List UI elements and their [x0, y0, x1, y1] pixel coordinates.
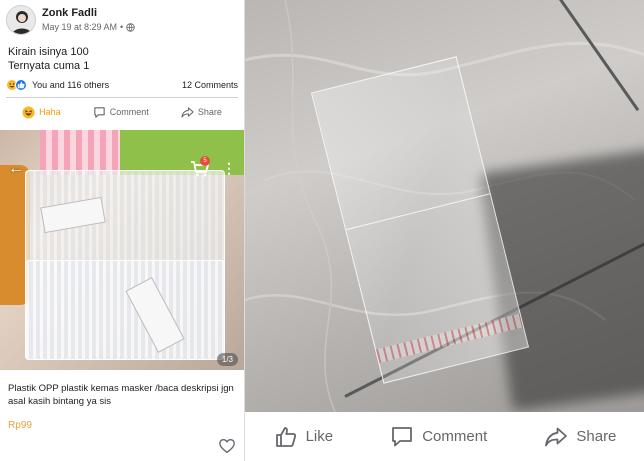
post-header: Zonk Fadli May 19 at 8:29 AM • [6, 5, 240, 37]
share-button[interactable]: Share [544, 425, 616, 449]
comment-label: Comment [422, 428, 488, 445]
photo-single-plastic-bag[interactable] [245, 0, 644, 412]
image-page-indicator: 1/3 [216, 353, 238, 366]
like-reaction-icon [15, 79, 27, 91]
haha-icon [22, 105, 35, 119]
bag-fold-line [346, 193, 490, 231]
facebook-post-panel: Zonk Fadli May 19 at 8:29 AM • Kirain is… [0, 0, 244, 461]
reactions-text: You and 116 others [32, 80, 110, 90]
comment-button[interactable]: Comment [390, 425, 487, 449]
thumbs-up-icon [275, 426, 296, 447]
heart-icon[interactable] [218, 437, 236, 455]
background-pink-fabric [40, 130, 130, 175]
post-meta: May 19 at 8:29 AM • [42, 22, 135, 32]
reactions-summary[interactable]: You and 116 others 12 Comments [6, 78, 238, 94]
avatar[interactable] [6, 5, 36, 35]
plastic-bag-stack-lower [25, 260, 225, 360]
share-label: Share [197, 107, 222, 117]
haha-button[interactable]: Haha [22, 105, 61, 119]
comment-icon [94, 106, 105, 118]
like-button[interactable]: Like [274, 425, 334, 449]
share-icon [181, 106, 194, 118]
meta-separator: • [120, 22, 124, 32]
reaction-icons [6, 79, 27, 91]
haha-label: Haha [39, 107, 61, 117]
comment-button[interactable]: Comment [93, 106, 149, 119]
photo-post-panel: Like Comment Share [244, 0, 644, 461]
cart-badge: 5 [200, 156, 210, 166]
comments-count[interactable]: 12 Comments [182, 80, 238, 90]
more-options-icon[interactable]: ⋮ [222, 160, 236, 177]
author-name[interactable]: Zonk Fadli [42, 7, 97, 19]
post-text-line-2: Ternyata cuma 1 [8, 60, 90, 72]
like-label: Like [305, 428, 334, 445]
comment-label: Comment [109, 107, 149, 117]
product-price: Rp99 [8, 420, 32, 431]
comment-icon [392, 426, 413, 446]
share-button[interactable]: Share [181, 106, 222, 119]
product-title: Plastik OPP plastik kemas masker /baca d… [8, 383, 234, 407]
divider [6, 97, 238, 98]
product-image[interactable]: ← 5 ⋮ 1/3 [0, 130, 244, 370]
post-action-bar: Haha Comment Share [6, 101, 238, 123]
globe-icon [126, 22, 135, 32]
post-text-line-1: Kirain isinya 100 [8, 46, 89, 58]
post-timestamp[interactable]: May 19 at 8:29 AM [42, 22, 117, 32]
share-label: Share [576, 428, 617, 445]
back-arrow-icon[interactable]: ← [8, 160, 24, 178]
share-icon [545, 427, 568, 446]
photo-action-bar: Like Comment Share [245, 412, 644, 461]
post-text: Kirain isinya 100 Ternyata cuma 1 [8, 45, 89, 73]
